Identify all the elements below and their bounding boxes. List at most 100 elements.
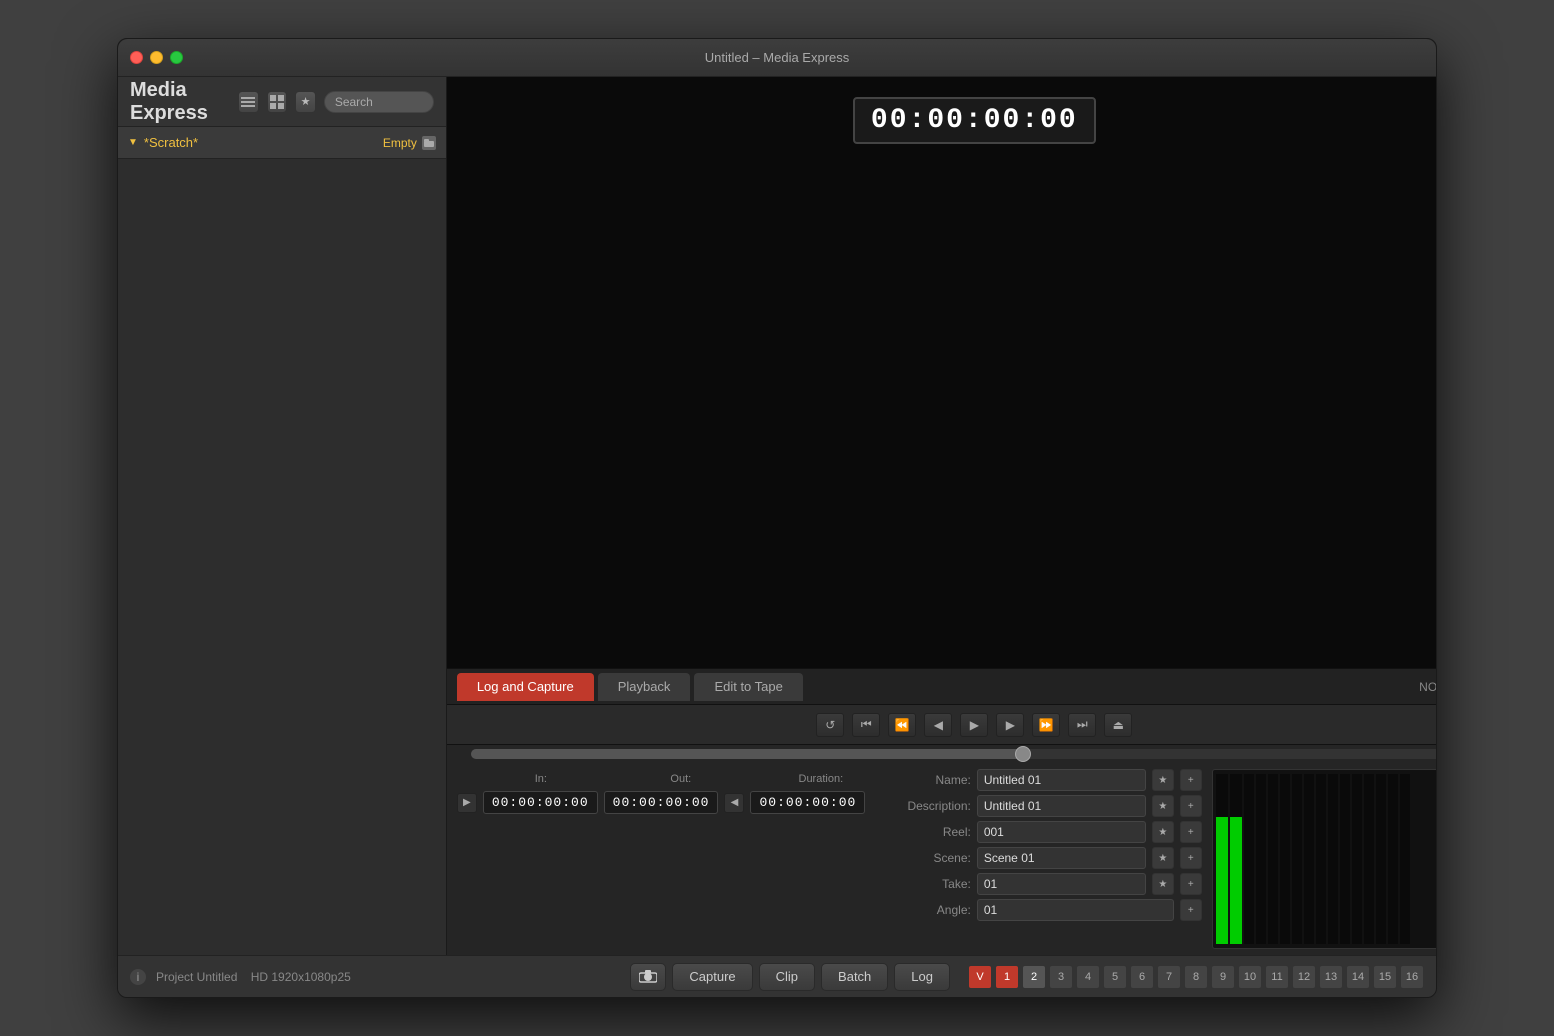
scene-label: Scene: (891, 851, 971, 865)
fast-fwd-button[interactable]: ▶ (996, 713, 1024, 737)
log-button[interactable]: Log (894, 963, 950, 991)
angle-row: Angle: + (891, 899, 1202, 921)
name-star-button[interactable]: ★ (1152, 769, 1174, 791)
reel-label: Reel: (891, 825, 971, 839)
tab-log-capture[interactable]: Log and Capture (457, 673, 594, 701)
in-label-group: In: (481, 769, 601, 787)
scratch-folder-icon (422, 136, 436, 150)
vu-channel-16 (1400, 774, 1410, 944)
grid-view-button[interactable] (267, 91, 288, 113)
take-star-button[interactable]: ★ (1152, 873, 1174, 895)
reel-input[interactable] (977, 821, 1146, 843)
angle-input[interactable] (977, 899, 1174, 921)
vu-channel-13 (1364, 774, 1374, 944)
name-input[interactable] (977, 769, 1146, 791)
search-input[interactable] (324, 91, 434, 113)
tc-labels-row: In: Out: Duration: (481, 769, 881, 787)
desc-plus-button[interactable]: + (1180, 795, 1202, 817)
channel-10-button[interactable]: 10 (1238, 965, 1262, 989)
camera-button[interactable] (630, 963, 666, 991)
transport-row: ↺ ⏮ ⏪ ◀ ▶ ▶ ⏩ ⏭ ⏏ (447, 705, 1436, 745)
vu-channel-12 (1352, 774, 1362, 944)
scratch-row: ▼ *Scratch* Empty (118, 127, 446, 159)
take-row: Take: ★ + (891, 873, 1202, 895)
no-remote-label: NO REMOTE (1419, 680, 1436, 694)
description-input[interactable] (977, 795, 1146, 817)
rewind-button[interactable]: ↺ (816, 713, 844, 737)
channel-3-button[interactable]: 3 (1049, 965, 1073, 989)
play-button[interactable]: ▶ (960, 713, 988, 737)
sidebar: Media Express ★ (118, 77, 447, 955)
step-back-button[interactable]: ⏮ (852, 713, 880, 737)
titlebar: Untitled – Media Express (118, 39, 1436, 77)
in-timecode[interactable]: 00:00:00:00 (483, 791, 598, 814)
channel-16-button[interactable]: 16 (1400, 965, 1424, 989)
reel-plus-button[interactable]: + (1180, 821, 1202, 843)
channel-12-button[interactable]: 12 (1292, 965, 1316, 989)
name-plus-button[interactable]: + (1180, 769, 1202, 791)
tab-log-capture-label: Log and Capture (477, 679, 574, 694)
list-view-button[interactable] (238, 91, 259, 113)
channel-v-button[interactable]: V (968, 965, 992, 989)
capture-button[interactable]: Capture (672, 963, 752, 991)
empty-label: Empty (383, 136, 417, 150)
channel-15-button[interactable]: 15 (1373, 965, 1397, 989)
duration-label: Duration: (799, 773, 844, 785)
description-row: Description: ★ + (891, 795, 1202, 817)
fast-back-button[interactable]: ⏪ (888, 713, 916, 737)
vu-channel-6 (1280, 774, 1290, 944)
vu-bar-2 (1230, 817, 1242, 945)
reel-row: Reel: ★ + (891, 821, 1202, 843)
bottom-panel: Log and Capture Playback Edit to Tape NO… (447, 668, 1436, 955)
project-label: Project Untitled (156, 970, 237, 984)
progress-bar[interactable] (471, 749, 1436, 759)
channel-8-button[interactable]: 8 (1184, 965, 1208, 989)
channel-6-button[interactable]: 6 (1130, 965, 1154, 989)
duration-label-group: Duration: (761, 769, 881, 787)
take-input[interactable] (977, 873, 1146, 895)
progress-fill (471, 749, 1025, 759)
vu-channel-10 (1328, 774, 1338, 944)
vu-channel-8 (1304, 774, 1314, 944)
minimize-button[interactable] (150, 51, 163, 64)
batch-button[interactable]: Batch (821, 963, 888, 991)
scene-star-button[interactable]: ★ (1152, 847, 1174, 869)
capture-controls: In: Out: Duration: ▶ 00:00:00:00 (447, 763, 1436, 955)
take-plus-button[interactable]: + (1180, 873, 1202, 895)
take-label: Take: (891, 877, 971, 891)
channel-11-button[interactable]: 11 (1265, 965, 1289, 989)
channel-14-button[interactable]: 14 (1346, 965, 1370, 989)
favorites-button[interactable]: ★ (295, 91, 316, 113)
reel-star-button[interactable]: ★ (1152, 821, 1174, 843)
back-button[interactable]: ◀ (924, 713, 952, 737)
clip-button[interactable]: Clip (759, 963, 815, 991)
channel-9-button[interactable]: 9 (1211, 965, 1235, 989)
channel-2-button[interactable]: 2 (1022, 965, 1046, 989)
vu-channel-9 (1316, 774, 1326, 944)
out-mark-button[interactable]: ◀ (724, 793, 744, 813)
channel-4-button[interactable]: 4 (1076, 965, 1100, 989)
desc-star-button[interactable]: ★ (1152, 795, 1174, 817)
capture-label: Capture (689, 969, 735, 984)
fast-fwd2-button[interactable]: ⏩ (1032, 713, 1060, 737)
in-play-button[interactable]: ▶ (457, 793, 477, 813)
tab-playback-label: Playback (618, 679, 671, 694)
channel-7-button[interactable]: 7 (1157, 965, 1181, 989)
tab-playback[interactable]: Playback (598, 673, 691, 701)
tab-edit-to-tape[interactable]: Edit to Tape (694, 673, 802, 701)
scene-input[interactable] (977, 847, 1146, 869)
channel-1-button[interactable]: 1 (995, 965, 1019, 989)
eject-button[interactable]: ⏏ (1104, 713, 1132, 737)
scene-plus-button[interactable]: + (1180, 847, 1202, 869)
angle-plus-button[interactable]: + (1180, 899, 1202, 921)
step-fwd-button[interactable]: ⏭ (1068, 713, 1096, 737)
maximize-button[interactable] (170, 51, 183, 64)
window-title: Untitled – Media Express (705, 50, 850, 65)
out-label: Out: (670, 773, 691, 785)
project-info: Project Untitled HD 1920x1080p25 (156, 970, 351, 984)
close-button[interactable] (130, 51, 143, 64)
sidebar-title: Media Express (130, 79, 230, 125)
channel-13-button[interactable]: 13 (1319, 965, 1343, 989)
out-timecode[interactable]: 00:00:00:00 (604, 791, 719, 814)
channel-5-button[interactable]: 5 (1103, 965, 1127, 989)
